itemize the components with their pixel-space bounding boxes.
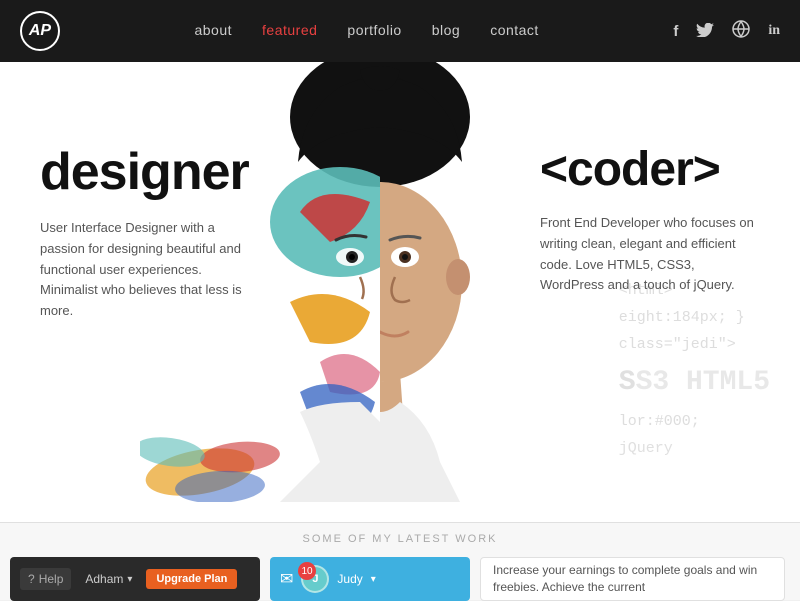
nav-item-blog[interactable]: blog: [432, 22, 460, 40]
card-info-text: Increase your earnings to complete goals…: [493, 562, 772, 596]
coder-desc: Front End Developer who focuses on writi…: [540, 213, 760, 296]
nav-link-about[interactable]: about: [194, 22, 232, 38]
nav-link-featured[interactable]: featured: [262, 22, 317, 38]
twitter-icon[interactable]: [696, 23, 714, 40]
linkedin-icon[interactable]: in: [768, 23, 780, 39]
user-dropdown[interactable]: Adham ▾: [79, 568, 138, 590]
hero-left-panel: designer User Interface Designer with a …: [40, 142, 260, 322]
upgrade-button[interactable]: Upgrade Plan: [146, 569, 237, 589]
designer-desc: User Interface Designer with a passion f…: [40, 218, 260, 322]
section-title: SOME OF MY LATEST WORK: [303, 533, 498, 545]
navbar: AP about featured portfolio blog contact…: [0, 0, 800, 62]
notification-badge: 10: [298, 562, 316, 580]
bottom-cards: ? Help Adham ▾ Upgrade Plan ✉ 10 J Judy …: [10, 557, 790, 601]
logo-text: AP: [29, 22, 51, 40]
mail-icon: ✉: [280, 569, 293, 589]
coder-title: <coder>: [540, 142, 760, 197]
help-label: Help: [39, 572, 64, 586]
logo[interactable]: AP: [20, 11, 60, 51]
code-background: <html> eight:184px; } class="jedi"> SS3 …: [619, 277, 770, 462]
card-toolbar: ? Help Adham ▾ Upgrade Plan: [10, 557, 260, 601]
hero-section: designer User Interface Designer with a …: [0, 62, 800, 522]
upgrade-label: Upgrade Plan: [156, 573, 227, 585]
mail-user-name: Judy: [337, 572, 362, 586]
nav-item-contact[interactable]: contact: [490, 22, 539, 40]
dropdown-arrow-icon: ▾: [127, 574, 132, 585]
card-info: Increase your earnings to complete goals…: [480, 557, 785, 601]
nav-links: about featured portfolio blog contact: [194, 22, 538, 40]
nav-link-portfolio[interactable]: portfolio: [347, 22, 401, 38]
nav-social: f in: [673, 20, 780, 43]
hero-center-image: [240, 62, 560, 522]
nav-item-about[interactable]: about: [194, 22, 232, 40]
dribbble-icon[interactable]: [732, 20, 750, 43]
bottom-section: SOME OF MY LATEST WORK ? Help Adham ▾ Up…: [0, 522, 800, 600]
person-illustration: [240, 62, 520, 502]
hero-right-panel: <coder> Front End Developer who focuses …: [540, 142, 760, 296]
card-mail: ✉ 10 J Judy ▾: [270, 557, 470, 601]
nav-item-featured[interactable]: featured: [262, 22, 317, 40]
mail-dropdown-icon[interactable]: ▾: [371, 574, 376, 585]
nav-item-portfolio[interactable]: portfolio: [347, 22, 401, 40]
nav-link-contact[interactable]: contact: [490, 22, 539, 38]
nav-link-blog[interactable]: blog: [432, 22, 460, 38]
question-icon: ?: [28, 572, 35, 586]
help-button[interactable]: ? Help: [20, 568, 71, 590]
facebook-icon[interactable]: f: [673, 23, 678, 40]
user-name-label: Adham: [85, 572, 123, 586]
designer-title: designer: [40, 142, 260, 202]
